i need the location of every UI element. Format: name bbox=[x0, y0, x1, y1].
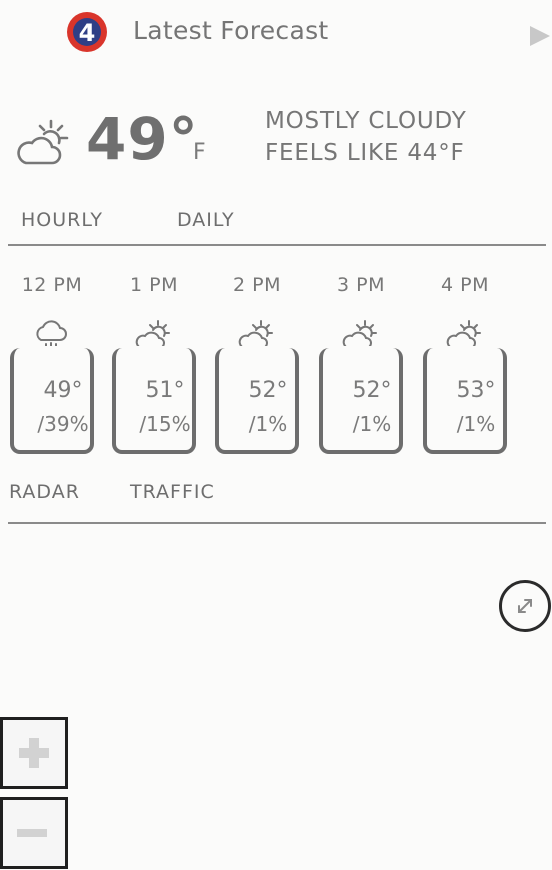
hour-temp: 49° bbox=[43, 378, 83, 403]
map-tabs: RADAR TRAFFIC bbox=[0, 478, 552, 524]
hour-temp: 52° bbox=[248, 378, 288, 403]
hour-time: 12 PM bbox=[21, 274, 83, 296]
precip-value: 1% bbox=[463, 412, 496, 436]
precip-value: 39% bbox=[44, 412, 89, 436]
hour-item: 2 PM 52° /1% bbox=[208, 272, 306, 462]
condition-text: MOSTLY CLOUDY bbox=[265, 108, 467, 134]
divider bbox=[8, 244, 546, 246]
hour-temp: 53° bbox=[456, 378, 496, 403]
hour-item: 4 PM 53° /1% bbox=[416, 272, 514, 462]
hour-time: 1 PM bbox=[130, 274, 178, 296]
hour-precip: /39% bbox=[14, 412, 112, 436]
svg-text:4: 4 bbox=[79, 19, 96, 47]
hour-precip: /1% bbox=[427, 412, 525, 436]
hour-precip: /1% bbox=[219, 412, 317, 436]
condition-block: MOSTLY CLOUDY FEELS LIKE 44°F bbox=[265, 105, 467, 169]
zoom-in-button[interactable] bbox=[0, 717, 68, 789]
hour-card[interactable]: 53° /1% bbox=[423, 346, 507, 454]
expand-icon bbox=[518, 599, 532, 613]
hourly-forecast: 12 PM 49° /39% 1 PM 51° /15% 2 PM 52° /1… bbox=[0, 272, 552, 462]
hour-card[interactable]: 52° /1% bbox=[319, 346, 403, 454]
hour-temp: 51° bbox=[145, 378, 185, 403]
hour-item: 1 PM 51° /15% bbox=[105, 272, 203, 462]
minus-icon bbox=[17, 829, 47, 837]
hour-temp: 52° bbox=[352, 378, 392, 403]
map-area[interactable] bbox=[0, 530, 552, 870]
hour-item: 12 PM 49° /39% bbox=[3, 272, 101, 462]
hour-time: 2 PM bbox=[233, 274, 281, 296]
hour-precip: /1% bbox=[323, 412, 421, 436]
precip-value: 1% bbox=[255, 412, 288, 436]
hour-time: 3 PM bbox=[337, 274, 385, 296]
raindrop-icon: / bbox=[248, 412, 256, 436]
current-temperature: 49° bbox=[86, 105, 199, 173]
hour-card[interactable]: 52° /1% bbox=[215, 346, 299, 454]
raindrop-icon: / bbox=[352, 412, 360, 436]
feels-like-text: FEELS LIKE 44°F bbox=[265, 140, 465, 166]
temperature-unit: F bbox=[193, 140, 206, 165]
plus-icon bbox=[19, 738, 49, 768]
hour-precip: /15% bbox=[116, 412, 214, 436]
page-title: Latest Forecast bbox=[133, 16, 329, 45]
partly-cloudy-icon bbox=[17, 119, 69, 165]
hour-item: 3 PM 52° /1% bbox=[312, 272, 410, 462]
precip-value: 1% bbox=[359, 412, 392, 436]
zoom-out-button[interactable] bbox=[0, 797, 68, 869]
channel-4-logo: 4 bbox=[67, 12, 107, 52]
raindrop-icon: / bbox=[456, 412, 464, 436]
forecast-tabs: HOURLY DAILY bbox=[0, 205, 552, 247]
current-conditions: 49° F MOSTLY CLOUDY FEELS LIKE 44°F bbox=[0, 95, 552, 195]
tab-daily[interactable]: DAILY bbox=[177, 209, 235, 231]
tab-traffic[interactable]: TRAFFIC bbox=[130, 481, 215, 503]
play-icon[interactable] bbox=[528, 24, 552, 48]
tab-hourly[interactable]: HOURLY bbox=[21, 209, 103, 231]
hour-time: 4 PM bbox=[441, 274, 489, 296]
precip-value: 15% bbox=[146, 412, 191, 436]
header: 4 Latest Forecast bbox=[0, 0, 552, 64]
hour-card[interactable]: 51° /15% bbox=[112, 346, 196, 454]
expand-button[interactable] bbox=[499, 580, 551, 632]
divider bbox=[8, 522, 546, 524]
tab-radar[interactable]: RADAR bbox=[9, 481, 80, 503]
hour-card[interactable]: 49° /39% bbox=[10, 346, 94, 454]
